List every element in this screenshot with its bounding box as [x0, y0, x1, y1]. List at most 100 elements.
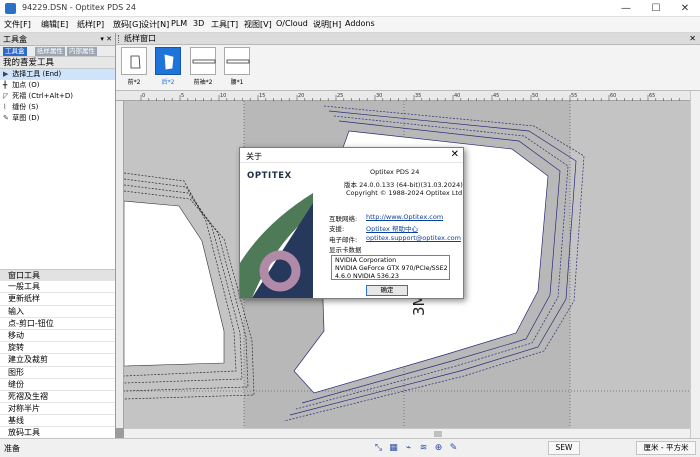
status-bar: 准备 ⤡ ▦ ⌁ ≋ ⊕ ✎ SEW 厘米 - 平方米 [0, 438, 700, 457]
zoom-icon[interactable]: ⊕ [432, 441, 445, 455]
piece-thumbnail [155, 47, 181, 75]
menu-grade[interactable]: 放码[G] [113, 19, 141, 30]
group-window-tools[interactable]: 窗口工具 [0, 269, 115, 282]
ruler-ticks: 0 5 10 15 20 25 30 35 40 45 50 55 60 65 [140, 93, 680, 101]
grid-icon[interactable]: ▦ [387, 441, 400, 455]
about-dialog-title: 关于 [246, 152, 262, 161]
group-rotate[interactable]: 旋转 [0, 342, 115, 355]
tool-add-point[interactable]: ╋ 加点 (O) [0, 80, 115, 91]
tab-internal-properties[interactable]: 内部属性 [67, 47, 97, 56]
tool-group-list: 窗口工具 一般工具 更新纸样 输入 点-剪口-钮位 移动 旋转 建立及裁剪 图形… [0, 269, 115, 440]
app-icon [5, 3, 16, 14]
about-close-button[interactable]: ✕ [451, 149, 459, 160]
measure-icon[interactable]: ⌁ [402, 441, 415, 455]
menu-view[interactable]: 视图[V] [244, 19, 272, 30]
piece-thumb-sleeve[interactable]: 前袖*2 [189, 47, 217, 86]
tool-seam-allowance[interactable]: ⌇ 缝份 (S) [0, 102, 115, 113]
email-link[interactable]: optitex.support@optitex.com [366, 234, 461, 242]
group-input[interactable]: 输入 [0, 306, 115, 318]
tab-toolbox[interactable]: 工具盒 [3, 47, 27, 56]
ruler-label: 0 [142, 93, 145, 99]
tab-piece-properties[interactable]: 纸样属性 [35, 47, 65, 56]
sew-mode-indicator[interactable]: SEW [548, 441, 580, 455]
unit-indicator[interactable]: 厘米 - 平方米 [636, 441, 696, 455]
menu-3d[interactable]: 3D [193, 19, 204, 28]
piece-label: 腰*1 [230, 79, 244, 86]
piece-label: 前*2 [127, 79, 141, 86]
tool-dart[interactable]: ◸ 死褶 (Ctrl+Alt+D) [0, 91, 115, 102]
piece-thumbnail [121, 47, 147, 75]
support-link[interactable]: Optitex 帮助中心 [366, 223, 418, 233]
menu-addons[interactable]: Addons [345, 19, 375, 28]
tool-label: 死褶 (Ctrl+Alt+D) [12, 92, 73, 100]
group-general-tools[interactable]: 一般工具 [0, 281, 115, 294]
support-label: 支援: [329, 225, 345, 233]
group-move[interactable]: 移动 [0, 330, 115, 343]
piece-label: 前袖*2 [193, 79, 213, 86]
pencil-icon: ✎ [3, 114, 9, 122]
product-name: Optitex PDS 24 [370, 168, 420, 176]
tool-label: 缝份 (S) [12, 103, 39, 111]
menu-design[interactable]: 设计[N] [141, 19, 169, 30]
vertical-scrollbar[interactable] [690, 91, 700, 438]
minimize-button[interactable]: — [613, 1, 639, 16]
snap-icon[interactable]: ⤡ [372, 441, 385, 455]
dart-icon: ◸ [3, 92, 9, 100]
tool-label: 选择工具 (End) [12, 70, 62, 78]
ok-button[interactable]: 确定 [366, 285, 408, 296]
menu-plm[interactable]: PLM [171, 19, 187, 28]
pieces-strip: 前*2 后*2 前袖*2 腰*1 [116, 45, 700, 91]
scroll-thumb[interactable] [434, 431, 442, 437]
menu-bar: 文件[F] 编辑[E] 纸样[P] 放码[G] 设计[N] PLM 3D 工具[… [0, 17, 700, 33]
group-update-piece[interactable]: 更新纸样 [0, 293, 115, 306]
maximize-button[interactable]: ☐ [643, 1, 669, 16]
ruler-label: 55 [571, 93, 577, 99]
grip-icon[interactable] [118, 35, 121, 43]
vertical-ruler [116, 101, 124, 428]
close-window-button[interactable]: ✕ [672, 1, 698, 16]
ruler-label: 45 [493, 93, 499, 99]
menu-file[interactable]: 文件[F] [4, 19, 31, 30]
toolbox-title: 工具盒 [3, 35, 27, 44]
group-symmetric-half[interactable]: 对称半片 [0, 403, 115, 416]
optitex-logo-pane: OPTITEX [240, 163, 313, 298]
ruler-label: 5 [181, 93, 184, 99]
ruler-label: 15 [259, 93, 265, 99]
tool-label: 草图 (D) [12, 114, 40, 122]
logo-graphic [240, 193, 313, 298]
menu-help[interactable]: 说明[H] [313, 19, 341, 30]
group-seam[interactable]: 缝份 [0, 379, 115, 391]
about-dialog-titlebar: 关于 ✕ [240, 148, 463, 163]
piece-thumb-waist[interactable]: 腰*1 [223, 47, 251, 86]
website-label: 互联网络: [329, 215, 358, 223]
horizontal-scrollbar[interactable] [124, 428, 690, 438]
tool-label: 加点 (O) [12, 81, 40, 89]
group-points-notches[interactable]: 点-剪口-钮位 [0, 318, 115, 330]
close-icon[interactable]: ✕ [689, 33, 696, 45]
color-icon[interactable]: ✎ [447, 441, 460, 455]
select-arrow-icon: ▶ [3, 70, 9, 78]
layers-icon[interactable]: ≋ [417, 441, 430, 455]
tool-select[interactable]: ▶ 选择工具 (End) [0, 69, 115, 80]
ruler-label: 35 [415, 93, 421, 99]
ruler-label: 10 [220, 93, 226, 99]
website-link[interactable]: http://www.Optitex.com [366, 213, 443, 221]
tool-sketch[interactable]: ✎ 草图 (D) [0, 113, 115, 124]
horizontal-ruler: 0 5 10 15 20 25 30 35 40 45 50 55 60 65 [116, 91, 700, 101]
group-baseline[interactable]: 基线 [0, 415, 115, 428]
piece-thumb-front[interactable]: 前*2 [120, 47, 148, 86]
group-create-cut[interactable]: 建立及裁剪 [0, 354, 115, 367]
menu-ocloud[interactable]: O/Cloud [276, 19, 308, 28]
menu-tools[interactable]: 工具[T] [211, 19, 238, 30]
ruler-label: 60 [610, 93, 616, 99]
piece-thumb-back[interactable]: 后*2 [154, 47, 182, 86]
gpu-info-box: NVIDIA Corporation NVIDIA GeForce GTX 97… [331, 255, 450, 280]
menu-edit[interactable]: 编辑[E] [41, 19, 68, 30]
menu-pattern[interactable]: 纸样[P] [77, 19, 104, 30]
group-shapes[interactable]: 图形 [0, 367, 115, 379]
about-dialog: 关于 ✕ OPTITEX Optitex PDS 24 版本 24.0.0.13… [239, 147, 464, 299]
pin-icon[interactable]: ▾ ✕ [100, 33, 112, 46]
piece-thumbnail [190, 47, 216, 75]
group-darts-pleats[interactable]: 死褶及生褶 [0, 391, 115, 404]
toolbox-header: 工具盒 ▾ ✕ [0, 33, 115, 46]
